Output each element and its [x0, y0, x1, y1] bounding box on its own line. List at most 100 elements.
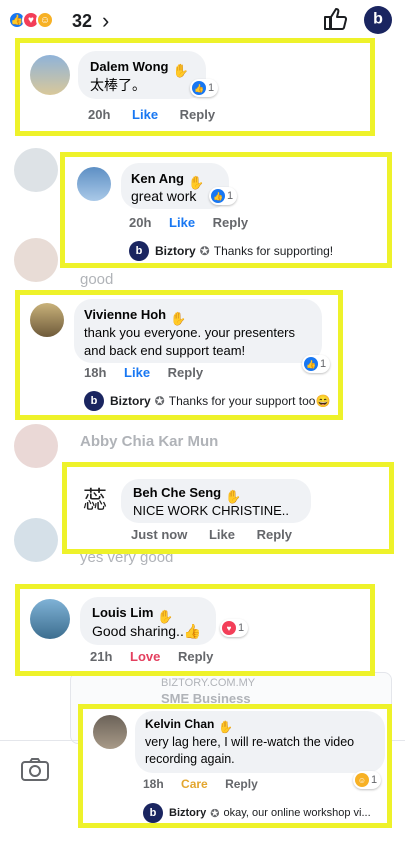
highlighted-comment: 蕊 Beh Che Seng ✋ NICE WORK CHRISTINE.. Ju… [62, 462, 394, 554]
biztory-avatar-icon [84, 391, 104, 411]
reply-button[interactable]: Reply [180, 107, 215, 122]
verified-gear-icon: ✪ [199, 244, 210, 258]
love-button[interactable]: Love [130, 649, 160, 664]
reaction-badge[interactable]: ♥ 1 [220, 619, 249, 637]
comment-actions: 20h Like Reply [88, 107, 215, 122]
reaction-badge-count: 1 [320, 358, 327, 370]
commenter-name[interactable]: Ken Ang [131, 171, 184, 186]
care-reaction-icon: ☺ [355, 773, 369, 787]
like-button[interactable]: Like [132, 107, 158, 122]
highlighted-comment: Ken Ang✋ great work 👍1 20h Like Reply Bi… [60, 152, 392, 268]
comment-bubble: Beh Che Seng ✋ NICE WORK CHRISTINE.. [121, 479, 311, 523]
camera-icon[interactable] [20, 756, 50, 782]
background-avatar [14, 148, 58, 192]
verified-gear-icon: ✪ [210, 807, 220, 820]
comment-time: 21h [90, 649, 113, 664]
avatar[interactable] [30, 303, 64, 337]
reaction-badge-count: 1 [227, 190, 234, 202]
reaction-badge-count: 1 [208, 82, 215, 94]
page-reply[interactable]: Biztory ✪ okay, our online workshop vi..… [143, 803, 371, 823]
reply-button[interactable]: Reply [178, 649, 213, 664]
reply-button[interactable]: Reply [257, 527, 292, 542]
comment-text: 太棒了。 [90, 77, 146, 93]
background-avatar [14, 518, 58, 562]
avatar[interactable] [30, 599, 70, 639]
highlighted-comment: Louis Lim ✋ Good sharing..👍 ♥ 1 21h Love R… [15, 584, 375, 676]
reaction-badge[interactable]: 👍 1 [190, 79, 219, 97]
wave-icon: ✋ [170, 310, 187, 326]
reaction-count[interactable]: 32 [72, 11, 92, 32]
comment-time: 20h [129, 215, 152, 230]
care-reaction-icon: ☺ [36, 11, 54, 29]
commenter-name[interactable]: Vivienne Hoh [84, 307, 166, 322]
comment-bubble: Kelvin Chan ✋ very lag here, I will re-wa… [135, 711, 385, 773]
reaction-badge[interactable]: ☺ 1 [353, 771, 382, 789]
comment-text-line: recording again. [145, 752, 235, 766]
like-reaction-icon: 👍 [211, 189, 225, 203]
background-commenter-name: Abby Chia Kar Mun [80, 433, 219, 450]
page-name: Biztory [110, 394, 151, 408]
verified-gear-icon: ✪ [154, 394, 165, 408]
biztory-avatar-icon [143, 803, 163, 823]
reaction-summary[interactable]: 👍 ♥ ☺ [8, 11, 68, 31]
wave-icon: ✋ [157, 608, 174, 624]
love-reaction-icon: ♥ [222, 621, 236, 635]
top-bar: 👍 ♥ ☺ 32 › [0, 0, 405, 40]
chevron-right-icon[interactable]: › [102, 8, 109, 34]
avatar[interactable] [30, 55, 70, 95]
comment-text-line: and back end support team! [84, 343, 246, 358]
comment-actions: 21h Love Reply [90, 649, 213, 664]
background-avatar [14, 424, 58, 468]
reply-button[interactable]: Reply [168, 365, 203, 380]
comment-time: Just now [131, 527, 188, 542]
commenter-name[interactable]: Kelvin Chan [145, 717, 214, 731]
comment-text-line: thank you everyone. your presenters [84, 325, 296, 340]
reaction-badge[interactable]: 👍 1 [209, 187, 238, 205]
like-thumb-icon[interactable] [322, 6, 348, 32]
comment-text: Good sharing..👍 [92, 623, 202, 639]
reaction-badge[interactable]: 👍 1 [302, 355, 331, 373]
commenter-name[interactable]: Louis Lim [92, 605, 153, 620]
commenter-name[interactable]: Dalem Wong [90, 59, 169, 74]
like-reaction-icon: 👍 [304, 357, 318, 371]
background-avatar [14, 238, 58, 282]
avatar[interactable] [77, 167, 111, 201]
background-comment-text: good [80, 271, 114, 288]
reaction-badge-count: 1 [371, 774, 378, 786]
commenter-name[interactable]: Beh Che Seng [133, 485, 221, 500]
page-reply[interactable]: Biztory ✪ Thanks for your support too😄 [84, 391, 330, 411]
like-button[interactable]: Like [124, 365, 150, 380]
page-reply[interactable]: Biztory ✪ Thanks for supporting! [129, 241, 333, 261]
reaction-badge-count: 1 [238, 622, 245, 634]
biztory-avatar-icon [129, 241, 149, 261]
comment-time: 18h [84, 365, 107, 380]
wave-icon: ✋ [187, 174, 205, 190]
avatar[interactable] [93, 715, 127, 749]
avatar[interactable]: 蕊 [77, 479, 113, 515]
comment-text: great work [131, 188, 197, 204]
wave-icon: ✋ [225, 488, 242, 504]
link-domain: BIZTORY.COM.MY [161, 677, 256, 689]
reply-button[interactable]: Reply [225, 777, 258, 791]
comment-time: 20h [88, 107, 111, 122]
comment-actions: 20h Like Reply [129, 215, 248, 230]
comment-actions: 18h Care Reply [143, 777, 258, 791]
reply-button[interactable]: Reply [213, 215, 248, 230]
like-reaction-icon: 👍 [192, 81, 206, 95]
page-reply-text: okay, our online workshop vi... [223, 807, 371, 819]
page-name: Biztory [169, 807, 207, 819]
like-button[interactable]: Like [169, 215, 195, 230]
page-reply-text: Thanks for supporting! [213, 244, 334, 258]
biztory-avatar-icon[interactable] [364, 6, 392, 34]
like-button[interactable]: Like [209, 527, 235, 542]
wave-icon: ✋ [218, 719, 234, 734]
page-reply-text: Thanks for your support too😄 [168, 394, 331, 408]
highlighted-comment: Dalem Wong ✋ 太棒了。 👍 1 20h Like Reply [15, 38, 375, 136]
wave-icon: ✋ [172, 62, 189, 78]
comment-actions: 18h Like Reply [84, 365, 203, 380]
care-button[interactable]: Care [181, 777, 208, 791]
page-name: Biztory [155, 244, 196, 258]
highlighted-comment: Vivienne Hoh ✋ thank you everyone. your p… [15, 290, 343, 420]
comment-bubble: Dalem Wong ✋ 太棒了。 [78, 51, 206, 99]
comment-bubble: Vivienne Hoh ✋ thank you everyone. your p… [74, 299, 322, 363]
